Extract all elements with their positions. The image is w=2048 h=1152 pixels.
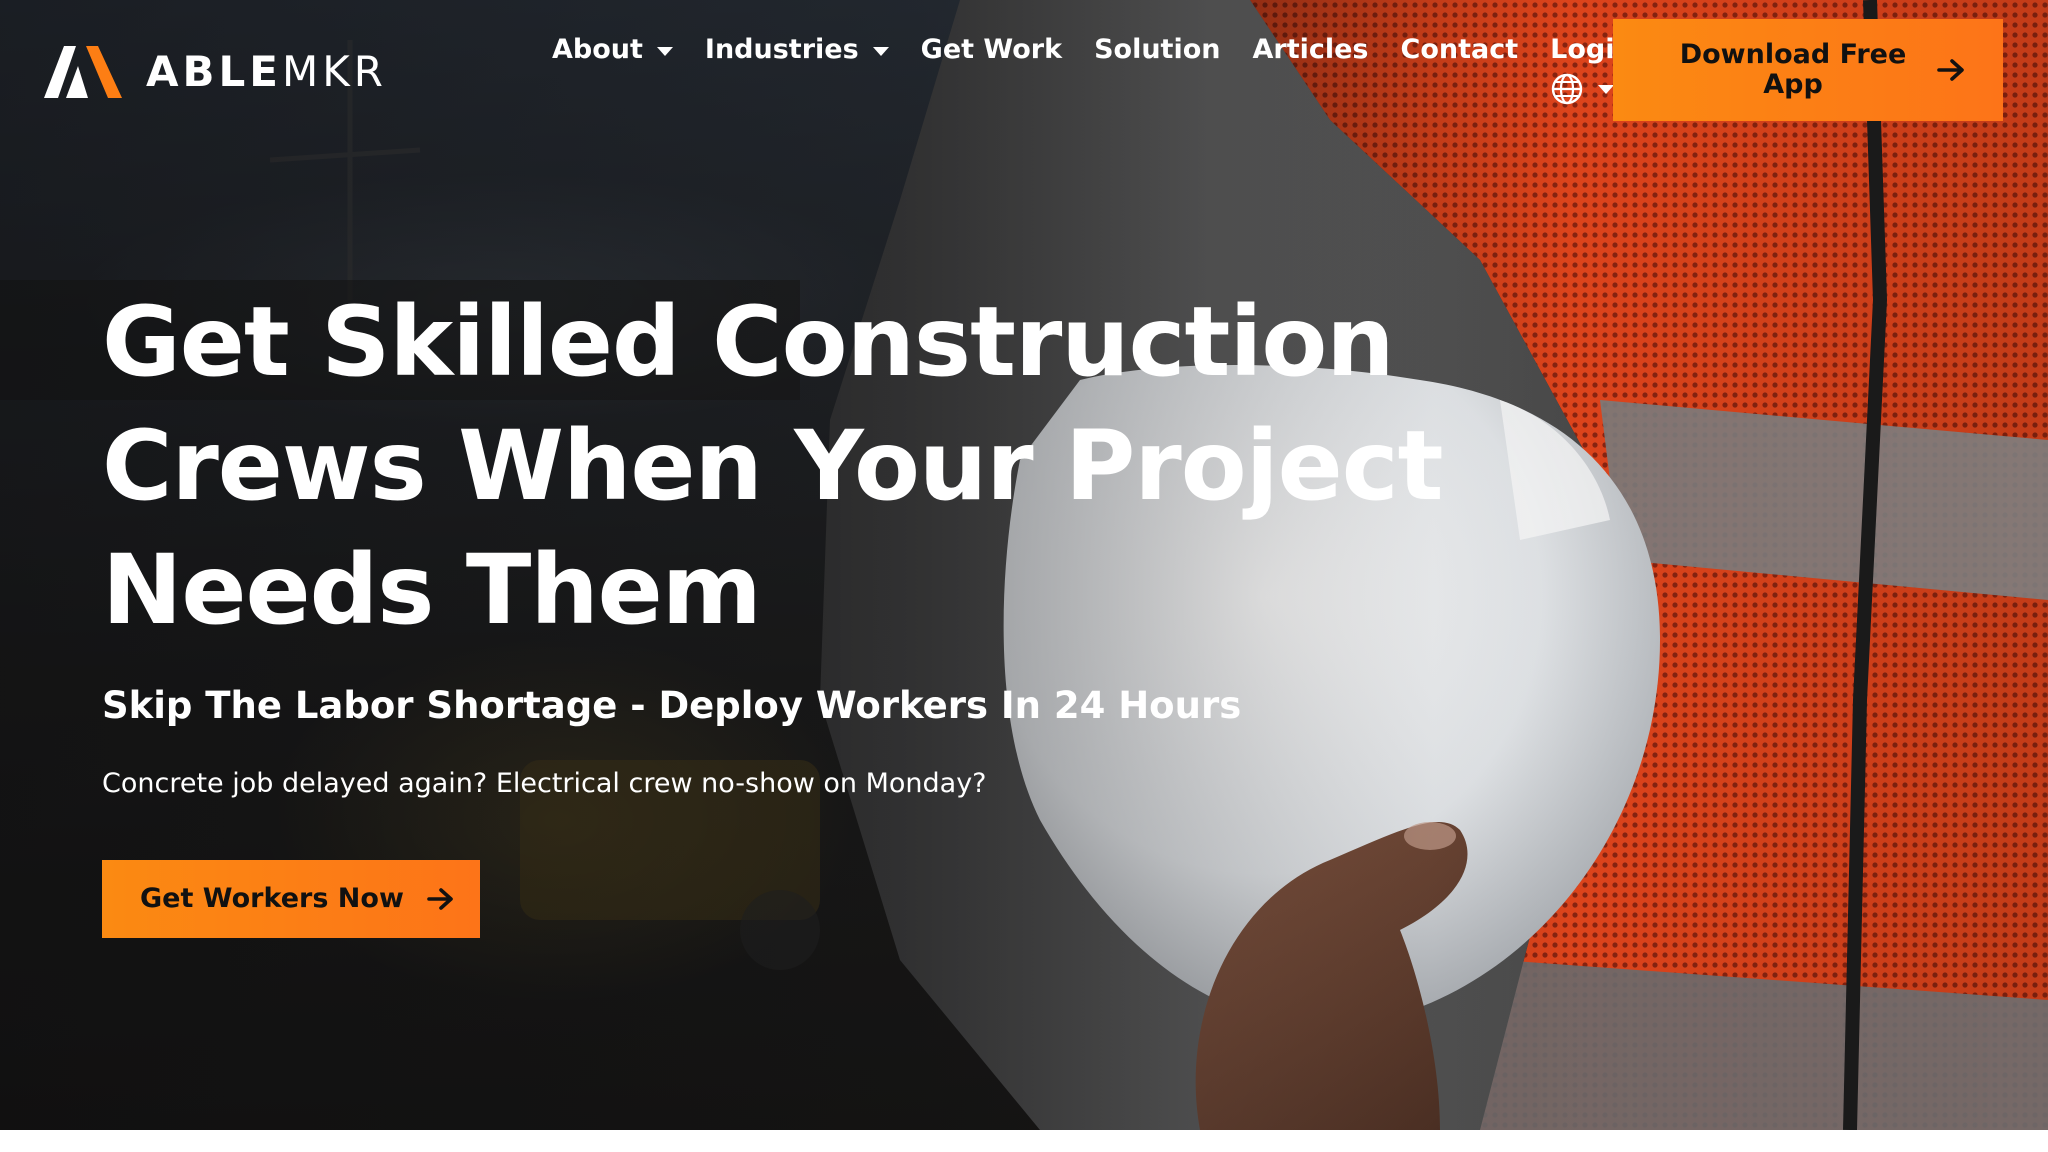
nav-item-label: Get Work xyxy=(920,34,1063,65)
download-app-button[interactable]: Download Free App xyxy=(1613,19,2003,121)
get-workers-now-label: Get Workers Now xyxy=(140,883,404,914)
brand-name-bold: ABLE xyxy=(146,47,282,96)
nav-item-label: Industries xyxy=(704,34,859,65)
brand-name: ABLEMKR xyxy=(146,51,387,93)
caret-down-icon xyxy=(1598,84,1615,94)
hero-bottom-edge xyxy=(0,1130,2048,1152)
main-nav: About Industries Get Work Solution Artic… xyxy=(552,30,1634,106)
nav-item-label: Contact xyxy=(1400,34,1519,65)
brand-logo[interactable]: ABLEMKR xyxy=(44,44,387,100)
language-switcher[interactable] xyxy=(1550,72,1615,106)
nav-item-industries[interactable]: Industries xyxy=(705,30,889,70)
nav-item-articles[interactable]: Articles xyxy=(1252,30,1368,70)
logo-mark-icon xyxy=(44,46,122,98)
nav-item-label: Solution xyxy=(1094,34,1221,65)
nav-item-get-work[interactable]: Get Work xyxy=(921,30,1062,70)
hero-subheadline: Skip The Labor Shortage - Deploy Workers… xyxy=(102,684,1242,727)
nav-item-about[interactable]: About xyxy=(552,30,673,70)
nav-item-solution[interactable]: Solution xyxy=(1094,30,1220,70)
caret-down-icon xyxy=(872,46,889,56)
hero-body-text: Concrete job delayed again? Electrical c… xyxy=(102,768,987,799)
nav-item-label: About xyxy=(552,34,643,65)
caret-down-icon xyxy=(656,46,673,56)
landing-page: ABLEMKR About Industries Get Work Soluti… xyxy=(0,0,2048,1152)
brand-name-light: MKR xyxy=(281,47,387,96)
arrow-right-icon xyxy=(1937,59,1964,81)
hero-headline: Get Skilled Construction Crews When Your… xyxy=(102,286,1444,646)
nav-item-contact[interactable]: Contact xyxy=(1401,30,1519,70)
globe-icon xyxy=(1551,73,1583,105)
download-app-label: Download Free App xyxy=(1679,39,1907,100)
get-workers-now-button[interactable]: Get Workers Now xyxy=(102,860,480,938)
nav-item-label: Articles xyxy=(1252,34,1369,65)
arrow-right-icon xyxy=(427,888,453,910)
